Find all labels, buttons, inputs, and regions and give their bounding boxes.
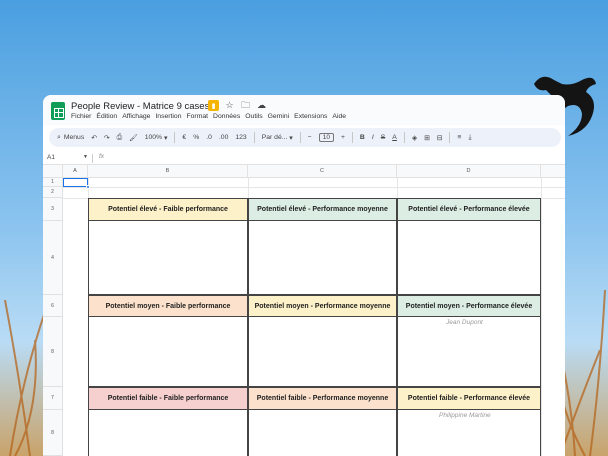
font-size-input[interactable]: 10 [318,133,334,142]
menu-search-button[interactable]: ⌕ Menus [57,134,84,142]
matrix-header-mid-high[interactable]: Potentiel moyen - Performance élevée [397,295,541,317]
menu-outils[interactable]: Outils [245,113,262,120]
document-title[interactable]: People Review - Matrice 9 cases [71,101,209,112]
divider [403,132,405,143]
matrix-header-low-mid[interactable]: Potentiel faible - Performance moyenne [248,387,397,410]
redo-icon[interactable]: ↷ [104,134,110,142]
row-header[interactable]: 6 [43,295,63,317]
row-header[interactable]: 4 [43,221,63,295]
row-header[interactable]: 1 [43,178,63,187]
menu-donnees[interactable]: Données [213,113,240,120]
menu-fichier[interactable]: Fichier [71,113,91,120]
matrix-header-high-high[interactable]: Potentiel élevé - Performance élevée [397,198,541,221]
row-header[interactable]: 8 [43,317,63,387]
decrease-decimal-button[interactable]: .0 [206,134,212,141]
italic-button[interactable]: I [372,134,374,141]
menu-gemini[interactable]: Gemini [268,113,290,120]
zoom-value: 100% [144,134,163,141]
sheets-logo-icon[interactable] [51,102,65,120]
font-value: Par dé... [261,134,288,141]
selected-cell-a1[interactable] [63,178,88,187]
divider [449,132,451,143]
divider [92,154,93,163]
search-icon: ⌕ [57,133,61,141]
row-header[interactable]: 2 [43,187,63,198]
menu-edition[interactable]: Édition [96,113,117,120]
currency-button[interactable]: € [182,134,186,141]
star-icon[interactable]: ☆ [224,100,235,111]
spreadsheet-window: People Review - Matrice 9 cases ▮ ☆ 🗀 ☁ … [43,95,565,456]
merge-cells-icon[interactable]: ⊟ [437,134,443,142]
row-header[interactable]: 7 [43,387,63,410]
divider [253,132,255,143]
number-format-button[interactable]: 123 [235,134,246,141]
matrix-header-high-low[interactable]: Potentiel élevé - Faible performance [88,198,248,221]
chevron-down-icon[interactable]: ▼ [83,154,88,160]
menu-extensions[interactable]: Extensions [294,113,327,120]
menu-aide[interactable]: Aide [332,113,346,120]
divider [351,132,353,143]
divider [174,132,176,143]
formula-bar: A1 ▼ fx [43,152,565,165]
matrix-header-mid-mid[interactable]: Potentiel moyen - Performance moyenne [248,295,397,317]
zoom-select[interactable]: 100% ▾ [145,134,168,142]
toolbar: ⌕ Menus ↶ ↷ ⎙ 🖌 100% ▾ € % .0 .00 123 Pa… [49,128,561,147]
font-size-increase-icon[interactable]: + [341,134,345,141]
fill-handle[interactable] [86,185,90,189]
matrix-header-high-mid[interactable]: Potentiel élevé - Performance moyenne [248,198,397,221]
select-all-corner[interactable] [43,165,63,178]
strikethrough-button[interactable]: S [381,134,386,141]
slides-badge-icon[interactable]: ▮ [208,100,219,111]
matrix-header-low-high[interactable]: Potentiel faible - Performance élevée [397,387,541,410]
column-header-d[interactable]: D [397,165,541,178]
person-name[interactable]: Jean Dupont [446,319,483,326]
gridline [541,178,542,456]
menu-insertion[interactable]: Insertion [155,113,181,120]
increase-decimal-button[interactable]: .00 [219,134,228,141]
menu-bar: Fichier Édition Affichage Insertion Form… [71,113,346,120]
fill-color-icon[interactable]: ◈ [412,134,417,142]
name-box[interactable]: A1 [47,154,55,161]
percent-button[interactable]: % [193,134,199,141]
bold-button[interactable]: B [360,134,365,141]
fx-icon: fx [99,153,105,160]
menu-format[interactable]: Format [187,113,209,120]
valign-icon[interactable]: ⤓ [468,134,471,142]
matrix-header-mid-low[interactable]: Potentiel moyen - Faible performance [88,295,248,317]
row-header[interactable]: 3 [43,198,63,221]
column-header-b[interactable]: B [88,165,248,178]
matrix-header-low-low[interactable]: Potentiel faible - Faible performance [88,387,248,410]
font-size-decrease-icon[interactable]: − [308,134,312,141]
text-color-button[interactable]: A [392,134,397,141]
column-header-a[interactable]: A [63,165,88,178]
font-select[interactable]: Par dé... ▾ [262,134,293,142]
column-header-c[interactable]: C [248,165,397,178]
chevron-down-icon: ▾ [163,134,168,142]
move-folder-icon[interactable]: 🗀 [240,100,251,111]
divider [299,132,301,143]
cell-grid[interactable]: 1 2 3 4 6 8 7 8 Potentiel élevé - Faible… [43,178,565,456]
undo-icon[interactable]: ↶ [91,134,97,142]
paint-format-icon[interactable]: 🖌 [129,134,138,142]
menu-affichage[interactable]: Affichage [122,113,150,120]
gridline [63,187,565,188]
chevron-down-icon: ▾ [289,134,293,142]
borders-icon[interactable]: ⊞ [424,134,430,142]
column-headers: A B C D [43,165,565,178]
menu-search-label: Menus [63,134,85,141]
title-bar: People Review - Matrice 9 cases ▮ ☆ 🗀 ☁ … [43,95,565,125]
person-name[interactable]: Philippine Martine [439,412,491,419]
row-header[interactable]: 8 [43,410,63,456]
cloud-status-icon[interactable]: ☁ [256,100,267,111]
align-icon[interactable]: ≡ [457,134,461,141]
print-icon[interactable]: ⎙ [117,134,122,142]
